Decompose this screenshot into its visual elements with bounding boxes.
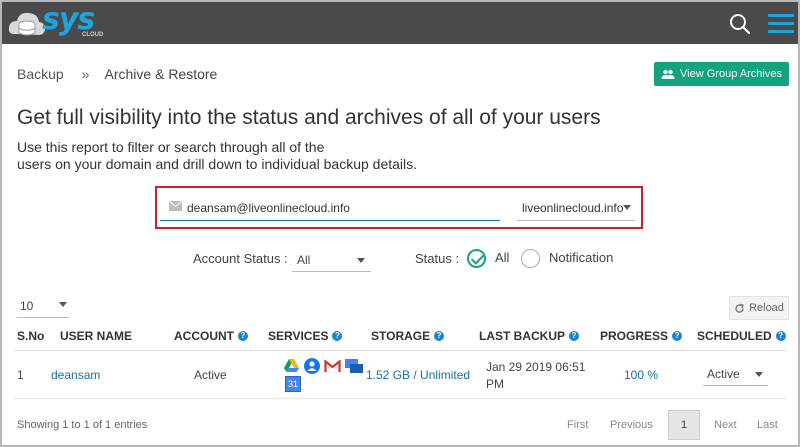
help-icon[interactable]: ? (672, 331, 683, 341)
cell-account: Active (194, 368, 227, 382)
column-header-account[interactable]: ACCOUNT? (174, 329, 248, 343)
breadcrumb: Backup » Archive & Restore (17, 66, 217, 82)
cell-storage[interactable]: 1.52 GB / Unlimited (366, 368, 470, 382)
column-header-services[interactable]: SERVICES? (268, 329, 343, 343)
column-header-storage-label: STORAGE (371, 329, 431, 343)
help-icon[interactable]: ? (569, 331, 579, 341)
column-header-sno-label: S.No (17, 329, 45, 343)
cell-last-backup-line2: PM (486, 377, 504, 391)
help-icon[interactable]: ? (775, 331, 786, 341)
domain-select[interactable]: liveonlinecloud.info (517, 196, 635, 221)
top-navbar: sys CLOUD (2, 2, 798, 44)
page-title: Get full visibility into the status and … (17, 106, 601, 129)
account-status-value: All (297, 253, 311, 267)
pagination-current-label: 1 (680, 419, 688, 431)
logo-subtext: CLOUD (82, 32, 104, 38)
chevron-down-icon (59, 302, 67, 307)
reload-label: Reload (749, 302, 784, 314)
column-header-services-label: SERVICES (268, 329, 329, 343)
pagination-last[interactable]: Last (757, 419, 778, 431)
cell-user-name-link[interactable]: deansam (51, 368, 100, 382)
scheduled-status-value: Active (707, 367, 740, 381)
breadcrumb-archive-restore: Archive & Restore (104, 66, 218, 82)
description-line-1: Use this report to filter or search thro… (17, 139, 325, 155)
status-label: Status : (415, 251, 460, 266)
cell-last-backup-line1: Jan 29 2019 06:51 (486, 360, 586, 374)
description-line-2: users on your domain and drill down to i… (17, 156, 418, 172)
breadcrumb-backup[interactable]: Backup (17, 66, 64, 82)
page-size-select[interactable]: 10 (17, 296, 69, 318)
account-status-label: Account Status : (193, 251, 288, 266)
syscloud-logo[interactable]: sys CLOUD (8, 2, 103, 42)
column-header-sno[interactable]: S.No (17, 329, 44, 343)
help-icon[interactable]: ? (332, 331, 343, 341)
pagination-previous[interactable]: Previous (610, 419, 653, 431)
refresh-icon (735, 303, 744, 313)
pagination-first[interactable]: First (567, 419, 588, 431)
calendar-day-label: 31 (287, 379, 298, 389)
help-icon[interactable]: ? (434, 331, 445, 341)
pagination-page-1[interactable]: 1 (668, 410, 700, 440)
gmail-icon (324, 360, 341, 373)
search-icon[interactable] (729, 13, 751, 35)
chevron-down-icon (357, 258, 365, 263)
envelope-icon (169, 201, 182, 211)
status-notification-label[interactable]: Notification (549, 250, 613, 265)
cell-progress: 100 % (624, 368, 659, 382)
chevron-down-icon (623, 205, 631, 210)
reload-button[interactable]: Reload (729, 296, 789, 320)
column-header-account-label: ACCOUNT (174, 329, 234, 343)
column-header-last-backup[interactable]: LAST BACKUP? (479, 329, 579, 343)
google-sites-icon (345, 359, 363, 373)
google-drive-icon (284, 359, 299, 372)
google-contacts-icon (304, 358, 320, 374)
help-icon[interactable]: ? (238, 331, 248, 341)
pagination-next[interactable]: Next (714, 419, 737, 431)
breadcrumb-separator: » (81, 66, 90, 82)
column-header-progress[interactable]: PROGRESS? (600, 329, 683, 343)
column-header-user-name-label: USER NAME (60, 329, 133, 343)
email-search-input[interactable] (160, 196, 500, 221)
status-all-radio[interactable] (467, 249, 486, 268)
column-header-storage[interactable]: STORAGE? (371, 329, 445, 343)
group-icon (661, 69, 675, 79)
status-all-label[interactable]: All (495, 250, 509, 265)
table-header-divider (14, 350, 786, 351)
cell-sno: 1 (17, 368, 24, 382)
column-header-progress-label: PROGRESS (600, 329, 669, 343)
view-group-archives-button[interactable]: View Group Archives (654, 62, 789, 86)
entries-summary: Showing 1 to 1 of 1 entries (17, 419, 148, 431)
page-size-value: 10 (20, 299, 34, 313)
domain-select-value: liveonlinecloud.info (522, 201, 624, 215)
view-group-archives-label: View Group Archives (680, 68, 782, 80)
hamburger-menu-icon[interactable] (768, 14, 794, 34)
column-header-scheduled-label: SCHEDULED (697, 329, 772, 343)
google-calendar-icon: 31 (285, 376, 301, 392)
column-header-scheduled[interactable]: SCHEDULED? (697, 329, 786, 343)
column-header-user-name[interactable]: USER NAME (60, 329, 132, 343)
status-notification-radio[interactable] (521, 249, 540, 268)
column-header-last-backup-label: LAST BACKUP (479, 329, 565, 343)
table-row-divider (14, 398, 786, 399)
page-description: Use this report to filter or search thro… (17, 139, 477, 173)
chevron-down-icon (755, 372, 763, 377)
